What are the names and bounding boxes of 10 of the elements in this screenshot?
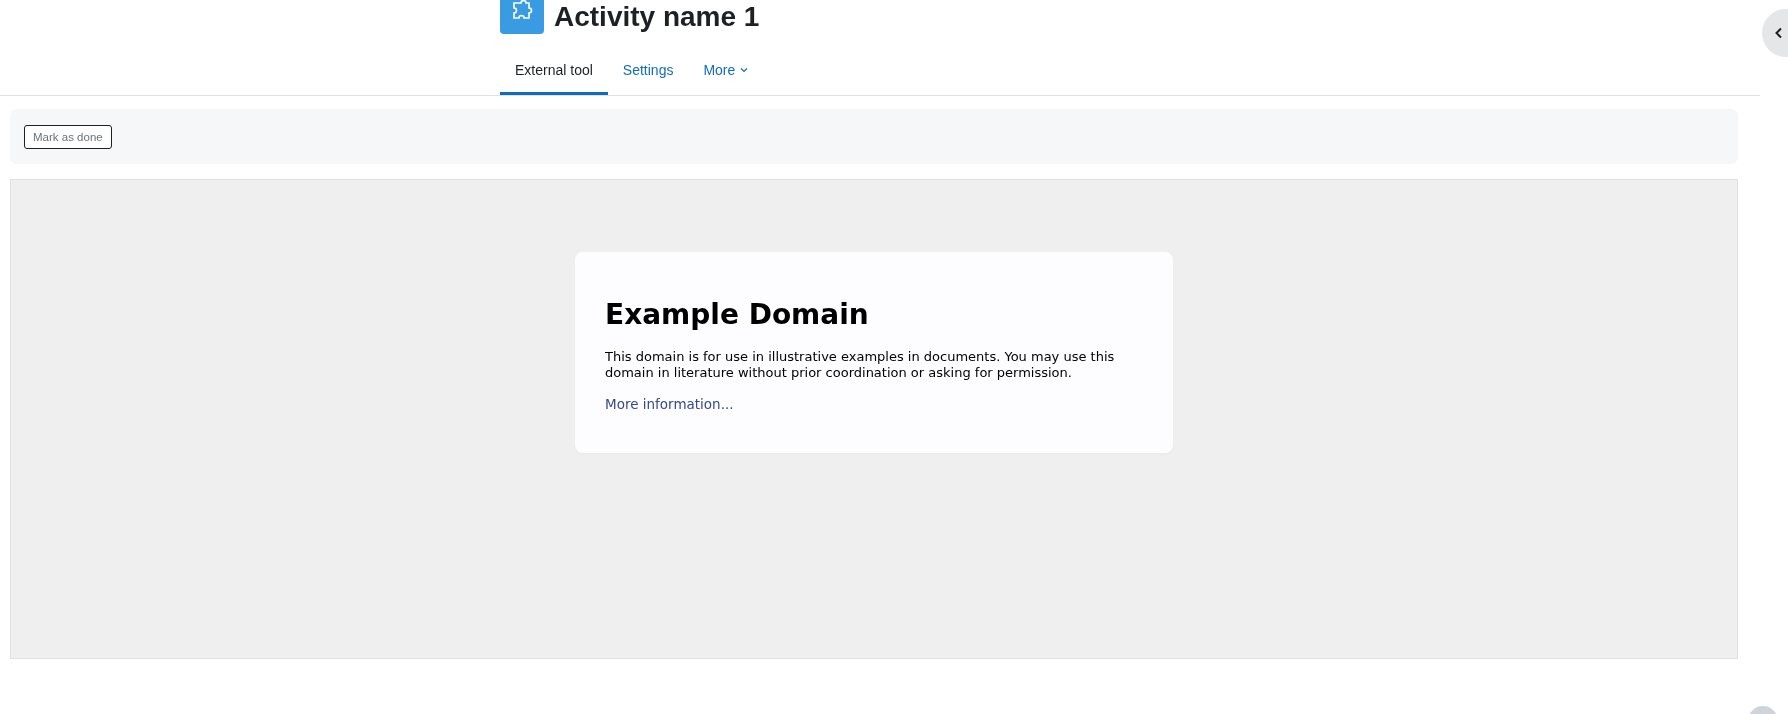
page-heading: Example Domain <box>605 298 870 331</box>
more-information-link[interactable]: More information... <box>605 396 734 413</box>
tab[interactable]: More <box>688 54 764 95</box>
activity-title: Activity name 1 <box>554 0 760 34</box>
puzzle-icon <box>500 0 544 34</box>
tab[interactable]: Settings <box>607 54 689 95</box>
chevron-left-icon <box>1774 27 1784 39</box>
tab[interactable]: External tool <box>500 54 608 95</box>
mark-as-done-button[interactable]: Mark as done <box>24 124 112 149</box>
page-paragraph: This domain is for use in illustrative examples in documents. You may use this domain in literature without prior coordination or asking for permission. <box>605 349 1116 381</box>
